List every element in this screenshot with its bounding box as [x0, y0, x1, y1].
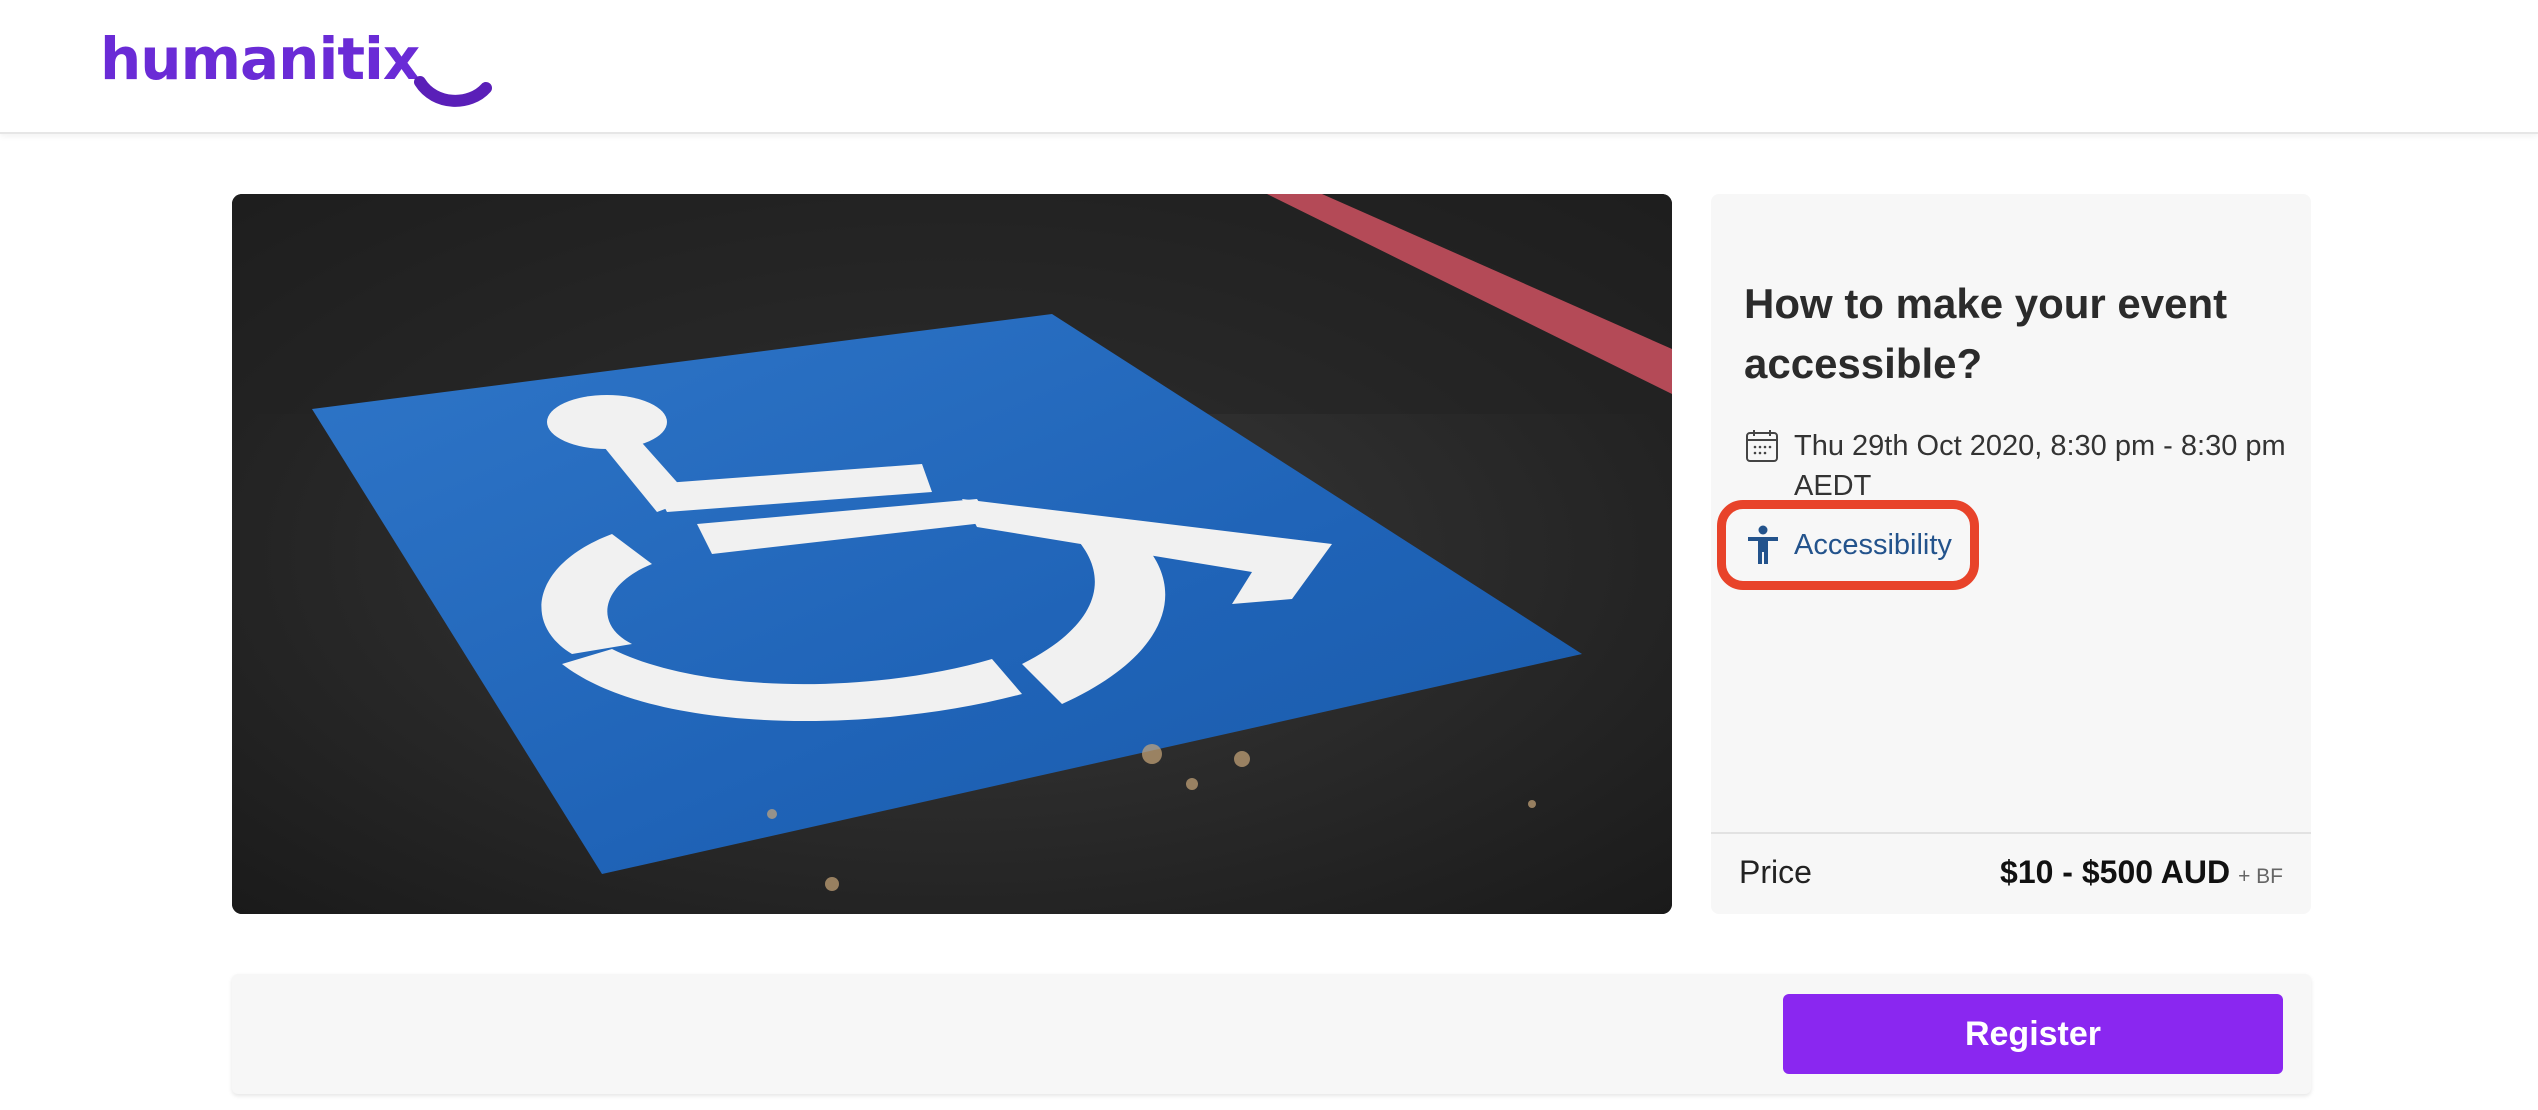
calendar-icon	[1746, 430, 1778, 462]
event-hero-image	[232, 194, 1672, 914]
accessibility-highlight: Accessibility	[1717, 500, 1979, 590]
booking-fee-note: + BF	[2238, 865, 2283, 888]
register-button[interactable]: Register	[1783, 994, 2283, 1074]
accessible-parking-illustration	[232, 194, 1672, 914]
price-value: $10 - $500 AUD + BF	[2000, 854, 2283, 891]
event-title: How to make your event accessible?	[1744, 280, 2228, 387]
humanitix-logo[interactable]: humanitix	[100, 25, 420, 93]
event-info-card: How to make your event accessible? Thu 2…	[1711, 194, 2311, 914]
accessibility-person-icon	[1748, 525, 1778, 564]
price-divider	[1711, 832, 2311, 834]
event-date-row: Thu 29th Oct 2020, 8:30 pm - 8:30 pm AED…	[1744, 426, 2304, 506]
event-date: Thu 29th Oct 2020, 8:30 pm - 8:30 pm AED…	[1794, 430, 2286, 502]
price-label: Price	[1739, 854, 1812, 890]
accessibility-label: Accessibility	[1794, 528, 1952, 561]
price-amount: $10 - $500 AUD	[2000, 854, 2231, 890]
logo-wordmark: humanitix	[100, 25, 420, 93]
register-bar: Register	[232, 974, 2311, 1094]
logo-smile-icon	[414, 76, 492, 107]
accessibility-link[interactable]: Accessibility	[1746, 525, 1952, 565]
top-header: humanitix	[0, 0, 2538, 134]
